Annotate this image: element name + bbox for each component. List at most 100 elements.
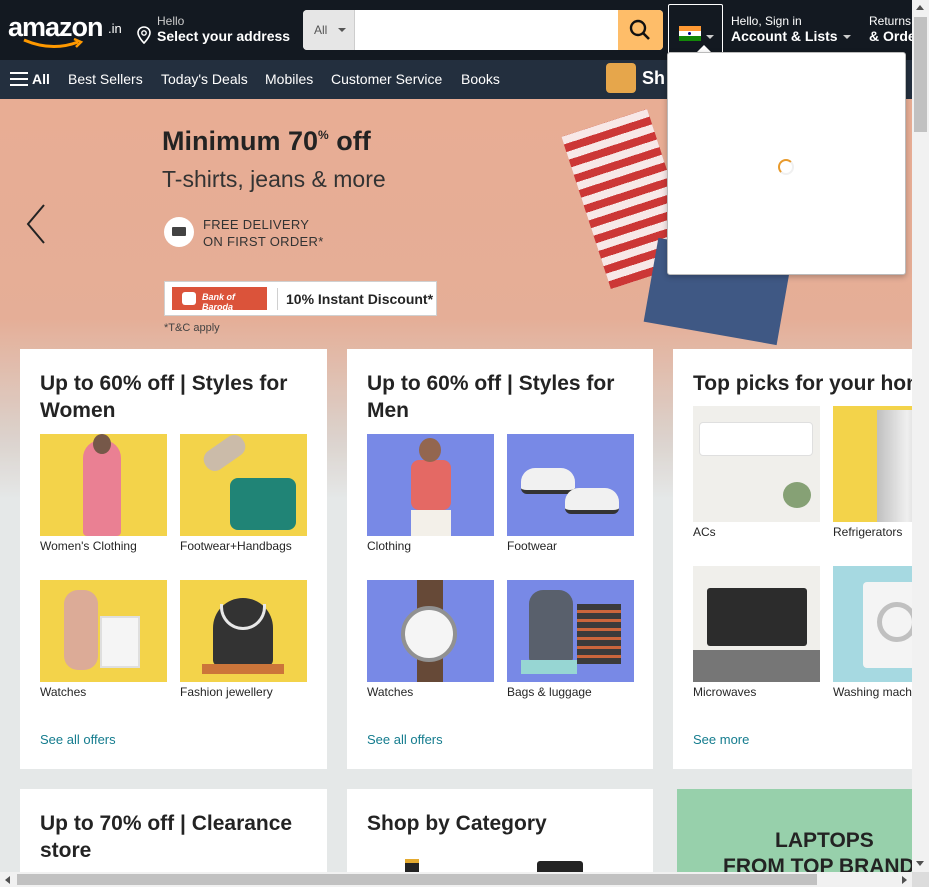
address-greeting: Hello [157, 14, 185, 28]
card-women-styles: Up to 60% off | Styles for Women Women's … [20, 349, 327, 769]
card-title-line1: Up to 70% off | Clearance [40, 812, 293, 835]
prime-shopping-bag-icon[interactable] [606, 63, 636, 93]
fashion-jewellery-image [180, 580, 307, 682]
smile-arrow-icon [23, 38, 84, 48]
refrigerator-image [833, 406, 912, 522]
see-all-offers-link[interactable]: See all offers [367, 732, 443, 747]
tile-washing-machines[interactable]: Washing mach [833, 566, 912, 699]
scroll-right-arrow-icon[interactable] [902, 876, 907, 884]
bank-offer-badge: Bank of Baroda 10% Instant Discount* [164, 281, 437, 316]
tile-men-watches[interactable]: Watches [367, 580, 494, 699]
returns-and-orders[interactable]: Returns & Orders [869, 14, 912, 48]
tile-men-footwear[interactable]: Footwear [507, 434, 634, 553]
washing-machine-image [833, 566, 912, 682]
footwear-handbags-image [180, 434, 307, 536]
chevron-down-icon [706, 35, 714, 39]
deliver-to-address[interactable]: Hello Select your address [137, 14, 297, 48]
tile-women-watches[interactable]: Watches [40, 580, 167, 699]
tile-label: Washing mach [833, 685, 912, 699]
tile-label: Footwear [507, 539, 558, 553]
women-watches-image [40, 580, 167, 682]
category-thumb-image [405, 859, 419, 872]
terms-note: *T&C apply [164, 322, 220, 334]
horizontal-scrollbar[interactable] [0, 872, 912, 887]
bags-luggage-image [507, 580, 634, 682]
tile-womens-clothing[interactable]: Women's Clothing [40, 434, 167, 553]
address-label: Select your address [157, 28, 291, 44]
delivery-line1: FREE DELIVERY [203, 217, 310, 232]
search-button[interactable] [618, 10, 663, 50]
india-flag-icon [679, 26, 701, 41]
hero-title-end: off [328, 126, 371, 156]
nav-todays-deals[interactable]: Today's Deals [161, 71, 248, 87]
chevron-down-icon [338, 28, 346, 32]
delivery-line2: ON FIRST ORDER* [203, 234, 324, 249]
nav-mobiles[interactable]: Mobiles [265, 71, 313, 87]
search-category-label: All [314, 23, 328, 37]
card-title-line2: Women [40, 399, 116, 422]
delivery-truck-icon [164, 217, 194, 247]
chevron-down-icon [842, 35, 851, 40]
vertical-scroll-thumb[interactable] [914, 17, 927, 132]
vertical-scrollbar[interactable] [912, 0, 929, 872]
horizontal-scroll-thumb[interactable] [17, 874, 817, 885]
loading-spinner-icon [778, 159, 794, 175]
hamburger-menu-icon[interactable] [10, 72, 28, 87]
tile-men-clothing[interactable]: Clothing [367, 434, 494, 553]
tile-acs[interactable]: ACs [693, 406, 820, 539]
bank-of-baroda-logo: Bank of Baroda [172, 287, 267, 312]
see-more-link[interactable]: See more [693, 732, 749, 747]
tile-label: Fashion jewellery [180, 685, 273, 699]
tile-footwear-handbags[interactable]: Footwear+Handbags [180, 434, 307, 553]
tile-label: Watches [367, 685, 414, 699]
tile-label: Women's Clothing [40, 539, 137, 553]
card-title-line1: Up to 60% off | Styles for [40, 372, 288, 395]
search-icon [629, 19, 650, 40]
scroll-left-arrow-icon[interactable] [5, 876, 10, 884]
search-category-dropdown[interactable]: All [303, 10, 355, 50]
orders-label: & Orders [869, 28, 912, 44]
hero-title: Minimum 70% off [162, 126, 371, 157]
category-thumb-image [537, 861, 583, 872]
tile-label: Microwaves [693, 685, 757, 699]
account-label-text: Account & Lists [731, 28, 838, 44]
hero-title-main: Minimum 70 [162, 126, 319, 156]
card-clearance-store: Up to 70% off | Clearance store [20, 789, 327, 872]
all-menu-button[interactable]: All [32, 71, 50, 87]
nav-customer-service[interactable]: Customer Service [331, 71, 442, 87]
instant-discount-text: 10% Instant Discount* [277, 288, 433, 310]
nav-books[interactable]: Books [461, 71, 500, 87]
banner-line2: FROM TOP BRAND [723, 855, 912, 872]
microwave-image [693, 566, 820, 682]
tile-bags-luggage[interactable]: Bags & luggage [507, 580, 634, 699]
laptops-banner[interactable]: LAPTOPS FROM TOP BRAND [677, 789, 912, 872]
search-input[interactable] [355, 10, 618, 50]
scroll-up-arrow-icon[interactable] [916, 5, 924, 10]
account-label: Account & Lists [731, 28, 861, 44]
tile-label: Footwear+Handbags [180, 539, 292, 553]
amazon-logo[interactable]: amazon .in [8, 10, 126, 48]
carousel-prev-arrow-icon[interactable] [22, 199, 52, 249]
card-men-styles: Up to 60% off | Styles for Men Clothing F… [347, 349, 653, 769]
tile-label: Refrigerators [833, 525, 903, 539]
see-all-offers-link[interactable]: See all offers [40, 732, 116, 747]
tile-refrigerators[interactable]: Refrigerators [833, 406, 912, 539]
tile-label: Clothing [367, 539, 412, 553]
account-and-lists[interactable]: Hello, Sign in Account & Lists [731, 14, 861, 48]
nav-best-sellers[interactable]: Best Sellers [68, 71, 143, 87]
tile-fashion-jewellery[interactable]: Fashion jewellery [180, 580, 307, 699]
top-nav: amazon .in Hello Select your address All [0, 0, 912, 60]
card-shop-by-category: Shop by Category [347, 789, 653, 872]
tile-microwaves[interactable]: Microwaves [693, 566, 820, 699]
card-title: Up to 60% off | Styles for Women [40, 370, 287, 424]
card-title: Shop by Category [367, 812, 547, 835]
scroll-down-arrow-icon[interactable] [916, 861, 924, 866]
search-bar: All [303, 10, 663, 50]
card-title: Up to 70% off | Clearance store [40, 810, 292, 864]
card-title: Top picks for your hom [693, 372, 912, 395]
card-title: Up to 60% off | Styles for Men [367, 370, 614, 424]
womens-clothing-image [40, 434, 167, 536]
scrollbar-corner [912, 872, 929, 887]
card-title-line2: store [40, 839, 92, 862]
prime-promo-text[interactable]: Sh [642, 68, 665, 89]
